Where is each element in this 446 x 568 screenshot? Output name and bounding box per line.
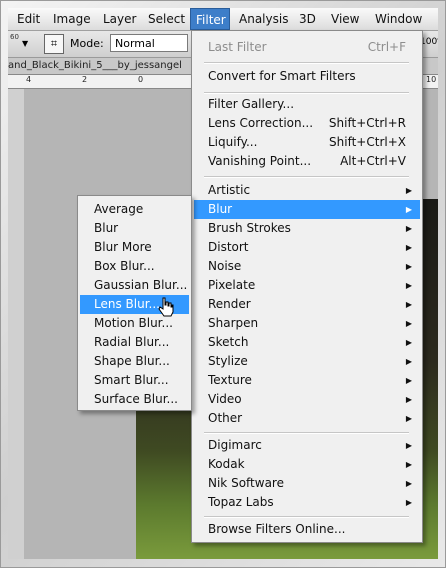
menu-separator [204,62,409,64]
filter-menu: Last Filter Ctrl+F Convert for Smart Fil… [191,30,423,543]
blur-submenu: Average Blur Blur More Box Blur... Gauss… [77,195,192,411]
submenu-arrow-icon: ▶ [405,498,412,507]
menu-item-artistic[interactable]: Artistic ▶ [194,181,420,200]
menu-3d[interactable]: 3D [294,8,321,30]
menu-item-radial-blur[interactable]: Radial Blur... [80,333,189,352]
submenu-arrow-icon: ▶ [405,319,412,328]
submenu-arrow-icon: ▶ [405,262,412,271]
ruler-tick: 0 [138,75,144,84]
menu-view[interactable]: View [326,8,364,30]
menu-item-video[interactable]: Video ▶ [194,390,420,409]
menu-item-topaz-labs[interactable]: Topaz Labs ▶ [194,493,420,512]
menu-filter[interactable]: Filter [190,8,230,30]
menu-item-vanishing-point[interactable]: Vanishing Point... Alt+Ctrl+V [194,152,420,171]
menu-item-last-filter: Last Filter Ctrl+F [208,40,406,54]
menu-item-noise[interactable]: Noise ▶ [194,257,420,276]
submenu-arrow-icon: ▶ [405,414,412,423]
menu-layer[interactable]: Layer [98,8,141,30]
ruler-tick: 2 [82,75,88,84]
menu-item-surface-blur[interactable]: Surface Blur... [80,390,189,409]
menu-item-pixelate[interactable]: Pixelate ▶ [194,276,420,295]
menu-item-brush-strokes[interactable]: Brush Strokes ▶ [194,219,420,238]
submenu-arrow-icon: ▶ [405,338,412,347]
menu-item-blur[interactable]: Blur ▶ [194,200,420,219]
menu-analysis[interactable]: Analysis [234,8,293,30]
photoshop-window: Edit Image Layer Select Filter Analysis … [8,8,438,559]
menu-item-texture[interactable]: Texture ▶ [194,371,420,390]
menu-item-gaussian-blur[interactable]: Gaussian Blur... [80,276,189,295]
submenu-arrow-icon: ▶ [405,376,412,385]
menu-item-average[interactable]: Average [80,200,189,219]
menu-separator [204,176,409,178]
submenu-arrow-icon: ▶ [405,186,412,195]
menu-item-smart-blur[interactable]: Smart Blur... [80,371,189,390]
menu-separator [204,92,409,94]
menu-item-kodak[interactable]: Kodak ▶ [194,455,420,474]
menu-item-digimarc[interactable]: Digimarc ▶ [194,436,420,455]
menu-bar: Edit Image Layer Select Filter Analysis … [8,8,438,31]
menu-item-other[interactable]: Other ▶ [194,409,420,428]
menu-item-nik-software[interactable]: Nik Software ▶ [194,474,420,493]
submenu-arrow-icon: ▶ [405,395,412,404]
mode-select[interactable]: Normal [110,34,188,52]
menu-item-box-blur[interactable]: Box Blur... [80,257,189,276]
menu-item-lens-correction[interactable]: Lens Correction... Shift+Ctrl+R [194,114,420,133]
menu-item-blur-more[interactable]: Blur More [80,238,189,257]
ruler-tick: 10 [426,75,437,84]
mode-label: Mode: [70,37,104,50]
menu-item-render[interactable]: Render ▶ [194,295,420,314]
submenu-arrow-icon: ▶ [405,205,412,214]
menu-item-sharpen[interactable]: Sharpen ▶ [194,314,420,333]
menu-item-distort[interactable]: Distort ▶ [194,238,420,257]
menu-item-shape-blur[interactable]: Shape Blur... [80,352,189,371]
submenu-arrow-icon: ▶ [405,479,412,488]
screenshot-frame: Edit Image Layer Select Filter Analysis … [0,0,446,568]
menu-separator [204,432,409,434]
menu-window[interactable]: Window [370,8,427,30]
submenu-arrow-icon: ▶ [405,281,412,290]
vertical-ruler [8,89,24,559]
hand-cursor-icon [158,297,174,317]
menu-item-convert-smart-filters[interactable]: Convert for Smart Filters [194,67,420,86]
submenu-arrow-icon: ▶ [405,243,412,252]
tool-size-value: 60 [10,33,19,41]
menu-item-blur-basic[interactable]: Blur [80,219,189,238]
menu-select[interactable]: Select [143,8,190,30]
ruler-tick: 4 [26,75,32,84]
menu-item-sketch[interactable]: Sketch ▶ [194,333,420,352]
document-title: and_Black_Bikini_5___by_jessangel [8,60,182,71]
menu-item-liquify[interactable]: Liquify... Shift+Ctrl+X [194,133,420,152]
submenu-arrow-icon: ▶ [405,300,412,309]
submenu-arrow-icon: ▶ [405,441,412,450]
menu-image[interactable]: Image [48,8,96,30]
submenu-arrow-icon: ▶ [405,460,412,469]
brush-preset-icon[interactable]: ⌗ [44,34,64,54]
submenu-arrow-icon: ▶ [405,224,412,233]
chevron-down-icon[interactable]: ▼ [22,39,28,48]
menu-item-filter-gallery[interactable]: Filter Gallery... [194,95,420,114]
submenu-arrow-icon: ▶ [405,357,412,366]
menu-item-stylize[interactable]: Stylize ▶ [194,352,420,371]
menu-item-browse-filters-online[interactable]: Browse Filters Online... [194,520,420,539]
menu-edit[interactable]: Edit [12,8,45,30]
menu-separator [204,516,409,518]
